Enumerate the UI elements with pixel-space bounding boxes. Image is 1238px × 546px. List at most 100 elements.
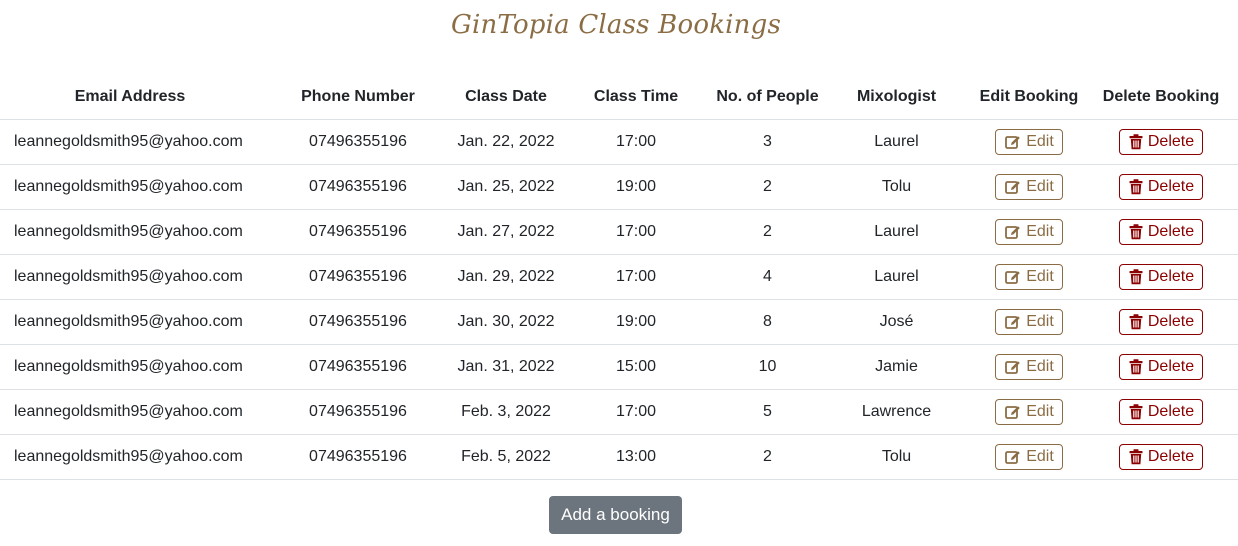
header-class-date: Class Date [456,75,556,120]
trash-icon [1129,224,1143,240]
pen-square-icon [1005,135,1021,150]
cell-phone: 07496355196 [260,209,456,255]
header-row: Email Address Phone Number Class Date Cl… [0,75,1238,120]
cell-phone: 07496355196 [260,434,456,480]
delete-booking-button[interactable]: Delete [1118,129,1204,155]
add-booking-button[interactable]: Add a booking [549,496,682,534]
delete-booking-button[interactable]: Delete [1118,399,1204,425]
header-class-time: Class Time [556,75,716,120]
trash-icon [1129,269,1143,285]
header-email: Email Address [0,75,260,120]
delete-label: Delete [1147,403,1195,420]
cell-class-date: Jan. 25, 2022 [456,164,556,210]
cell-class-time: 19:00 [556,164,716,210]
cell-phone: 07496355196 [260,254,456,300]
trash-icon [1129,134,1143,150]
cell-delete: Delete [1084,164,1238,210]
pen-square-icon [1005,270,1021,285]
edit-booking-button[interactable]: Edit [995,174,1063,200]
pen-square-icon [1005,315,1021,330]
cell-people: 5 [716,389,819,435]
edit-booking-button[interactable]: Edit [995,399,1063,425]
header-people: No. of People [716,75,819,120]
edit-booking-button[interactable]: Edit [995,219,1063,245]
delete-booking-button[interactable]: Delete [1118,354,1204,380]
cell-mixologist: Laurel [819,209,974,255]
delete-label: Delete [1147,448,1195,465]
table-header: Email Address Phone Number Class Date Cl… [0,75,1238,120]
cell-email: leannegoldsmith95@yahoo.com [0,434,260,480]
cell-edit: Edit [974,119,1084,165]
cell-edit: Edit [974,164,1084,210]
cell-class-date: Jan. 30, 2022 [456,299,556,345]
cell-people: 2 [716,209,819,255]
cell-people: 3 [716,119,819,165]
pen-square-icon [1005,405,1021,420]
cell-phone: 07496355196 [260,389,456,435]
cell-mixologist: Tolu [819,434,974,480]
edit-booking-button[interactable]: Edit [995,129,1063,155]
cell-people: 2 [716,434,819,480]
cell-mixologist: Laurel [819,119,974,165]
cell-class-date: Jan. 22, 2022 [456,119,556,165]
cell-phone: 07496355196 [260,164,456,210]
cell-mixologist: Jamie [819,344,974,390]
cell-edit: Edit [974,434,1084,480]
edit-label: Edit [1026,358,1054,375]
edit-label: Edit [1026,133,1054,150]
cell-class-time: 17:00 [556,254,716,300]
cell-class-date: Jan. 29, 2022 [456,254,556,300]
edit-label: Edit [1026,448,1054,465]
table-body: leannegoldsmith95@yahoo.com 07496355196 Ja… [0,119,1238,480]
trash-icon [1129,449,1143,465]
delete-booking-button[interactable]: Delete [1118,264,1204,290]
cell-phone: 07496355196 [260,119,456,165]
cell-class-time: 19:00 [556,299,716,345]
delete-booking-button[interactable]: Delete [1118,174,1204,200]
cell-email: leannegoldsmith95@yahoo.com [0,299,260,345]
table-row: leannegoldsmith95@yahoo.com 07496355196 Ja… [0,119,1238,165]
cell-phone: 07496355196 [260,299,456,345]
cell-delete: Delete [1084,344,1238,390]
edit-booking-button[interactable]: Edit [995,354,1063,380]
cell-edit: Edit [974,389,1084,435]
edit-booking-button[interactable]: Edit [995,264,1063,290]
cell-mixologist: José [819,299,974,345]
cell-email: leannegoldsmith95@yahoo.com [0,254,260,300]
bookings-page: GinTopia Class Bookings Email Address Ph… [0,0,1238,546]
cell-delete: Delete [1084,209,1238,255]
cell-class-time: 17:00 [556,209,716,255]
cell-class-date: Feb. 3, 2022 [456,389,556,435]
table-row: leannegoldsmith95@yahoo.com 07496355196 Ja… [0,254,1238,300]
cell-mixologist: Lawrence [819,389,974,435]
header-edit-booking: Edit Booking [974,75,1084,120]
header-delete-booking: Delete Booking [1084,75,1238,120]
cell-class-time: 17:00 [556,389,716,435]
cell-edit: Edit [974,344,1084,390]
edit-label: Edit [1026,268,1054,285]
cell-delete: Delete [1084,299,1238,345]
cell-email: leannegoldsmith95@yahoo.com [0,344,260,390]
edit-booking-button[interactable]: Edit [995,309,1063,335]
cell-email: leannegoldsmith95@yahoo.com [0,164,260,210]
delete-booking-button[interactable]: Delete [1118,309,1204,335]
edit-label: Edit [1026,223,1054,240]
edit-label: Edit [1026,178,1054,195]
cell-mixologist: Tolu [819,164,974,210]
cell-email: leannegoldsmith95@yahoo.com [0,209,260,255]
edit-booking-button[interactable]: Edit [995,444,1063,470]
delete-booking-button[interactable]: Delete [1118,444,1204,470]
trash-icon [1129,359,1143,375]
cell-class-date: Jan. 31, 2022 [456,344,556,390]
delete-label: Delete [1147,268,1195,285]
delete-label: Delete [1147,133,1195,150]
cell-edit: Edit [974,299,1084,345]
cell-mixologist: Laurel [819,254,974,300]
bookings-table: Email Address Phone Number Class Date Cl… [0,75,1238,480]
cell-edit: Edit [974,254,1084,300]
cell-class-time: 17:00 [556,119,716,165]
table-row: leannegoldsmith95@yahoo.com 07496355196 Ja… [0,209,1238,255]
pen-square-icon [1005,360,1021,375]
delete-booking-button[interactable]: Delete [1118,219,1204,245]
cell-people: 10 [716,344,819,390]
